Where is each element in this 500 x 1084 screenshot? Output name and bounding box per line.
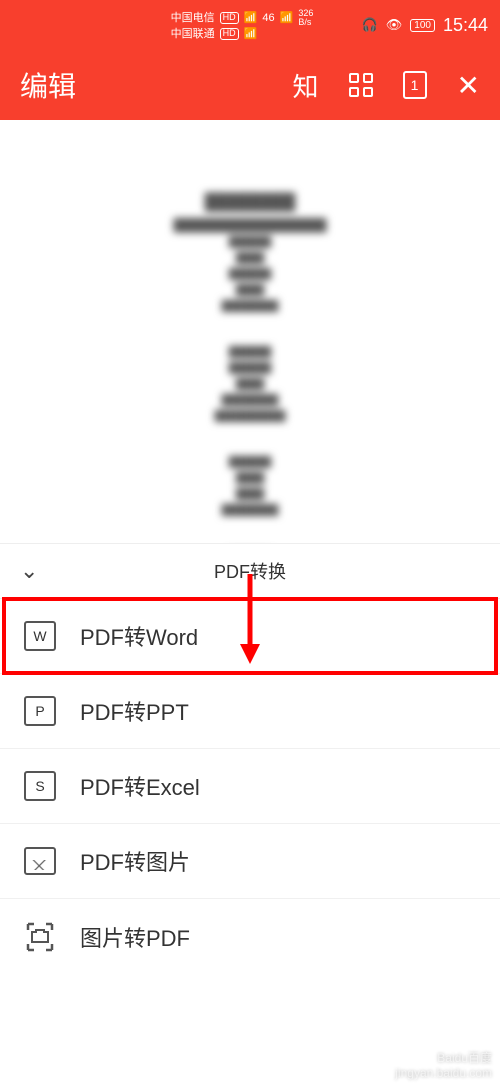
sheet-title: PDF转换	[0, 558, 500, 584]
grid-view-button[interactable]	[349, 73, 373, 97]
image-icon	[24, 847, 56, 875]
sheet-header: ⌄ PDF转换	[0, 544, 500, 599]
ppt-icon: P	[24, 696, 56, 726]
conversion-sheet: ⌄ PDF转换 W PDF转Word P PDF转PPT S PDF转Excel	[0, 543, 500, 1084]
chevron-down-icon: ⌄	[20, 558, 38, 583]
header-title: 编辑	[20, 65, 76, 105]
battery-badge: 100	[410, 19, 435, 32]
excel-icon: S	[24, 771, 56, 801]
watermark-line-2: jingyan.baidu.com	[395, 1066, 492, 1080]
annotation-highlight	[2, 597, 498, 675]
hd-badge-1: HD	[220, 12, 239, 24]
image-to-pdf-item[interactable]: 图片转PDF	[0, 899, 500, 974]
document-preview: ████████ ██████████████████ ██████ ████ …	[0, 120, 500, 540]
signal-icon-1: 📶	[244, 11, 258, 25]
zhi-button[interactable]: 知	[293, 67, 319, 104]
close-button[interactable]: ✕	[457, 69, 480, 102]
scan-icon	[24, 922, 56, 952]
conversion-list: W PDF转Word P PDF转PPT S PDF转Excel PDF转图片	[0, 599, 500, 1084]
grid-icon	[349, 73, 373, 97]
hd-badge-2: HD	[220, 28, 239, 40]
pdf-to-image-item[interactable]: PDF转图片	[0, 824, 500, 899]
carrier-2-label: 中国联通	[171, 27, 215, 41]
status-carriers: 中国电信 HD 📶 46 📶 326 B/s 中国联通 HD 📶	[171, 9, 330, 41]
list-item-label: 图片转PDF	[80, 921, 190, 953]
carrier-1-label: 中国电信	[171, 11, 215, 25]
sheet-collapse-button[interactable]: ⌄	[20, 558, 38, 584]
list-item-label: PDF转Word	[80, 620, 198, 652]
headset-icon: 🎧	[362, 17, 378, 33]
app-header: 编辑 知 1 ✕	[0, 50, 500, 120]
word-icon: W	[24, 621, 56, 651]
watermark-line-1: Baidu百度	[395, 1051, 492, 1065]
page-indicator-button[interactable]: 1	[403, 71, 427, 99]
list-item-label: PDF转图片	[80, 845, 190, 877]
signal-icon-2: 📶	[244, 27, 258, 41]
list-item-label: PDF转PPT	[80, 695, 189, 727]
wifi-icon: 📶	[280, 11, 294, 25]
eye-icon: 👁	[386, 17, 403, 33]
net-speed-unit: B/s	[298, 18, 313, 27]
pdf-to-ppt-item[interactable]: P PDF转PPT	[0, 674, 500, 749]
list-item-label: PDF转Excel	[80, 770, 200, 802]
status-bar: 中国电信 HD 📶 46 📶 326 B/s 中国联通 HD 📶 🎧 👁 100…	[0, 0, 500, 50]
pdf-to-excel-item[interactable]: S PDF转Excel	[0, 749, 500, 824]
pdf-to-word-item[interactable]: W PDF转Word	[0, 599, 500, 674]
close-icon: ✕	[457, 69, 480, 102]
signal-4g-1: 46	[262, 11, 274, 25]
status-time: 15:44	[443, 15, 488, 36]
watermark: Baidu百度 jingyan.baidu.com	[395, 1051, 492, 1080]
page-box-icon: 1	[403, 71, 427, 99]
